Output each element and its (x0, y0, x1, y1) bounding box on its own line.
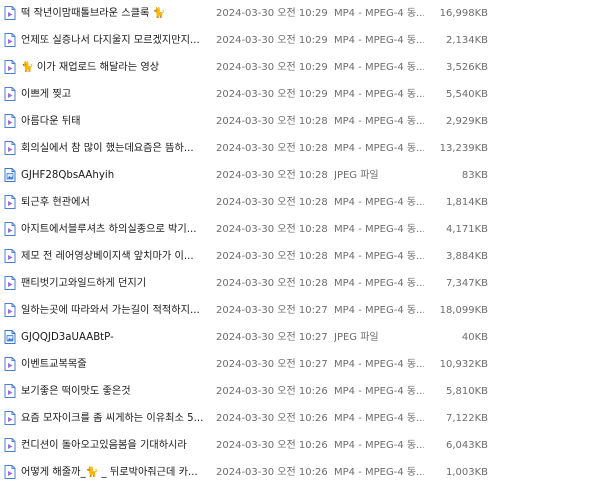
file-date-modified: 2024-03-30 오전 10:27 (216, 359, 328, 370)
video-file-icon (4, 357, 16, 371)
video-file-icon (4, 33, 16, 47)
file-date-modified: 2024-03-30 오전 10:28 (216, 197, 328, 208)
file-date-modified: 2024-03-30 오전 10:28 (216, 224, 328, 235)
file-size: 2,929KB (445, 116, 488, 127)
file-size: 18,099KB (439, 305, 488, 316)
file-size: 7,347KB (445, 278, 488, 289)
image-file-icon (4, 168, 16, 182)
file-size: 13,239KB (439, 143, 488, 154)
file-row[interactable]: 요즘 모자이크를 좀 씨게하는 이유최소 5... 2024-03-30 오전 1… (0, 405, 600, 432)
file-date-modified: 2024-03-30 오전 10:29 (216, 62, 328, 73)
file-size: 5,810KB (445, 386, 488, 397)
file-name[interactable]: 🐈 이가 재업로드 해달라는 영상 (21, 54, 211, 81)
file-row[interactable]: 어떻게 해줄까_🐈 _ 뒤로박아줘근데 카... 2024-03-30 오전 10… (0, 459, 600, 486)
video-file-icon (4, 195, 16, 209)
file-row[interactable]: 아름다운 뒤태 2024-03-30 오전 10:28 MP4 - MPEG-4 동… (0, 108, 600, 135)
video-file-icon (4, 411, 16, 425)
file-size: 40KB (461, 332, 488, 343)
file-date-modified: 2024-03-30 오전 10:26 (216, 467, 328, 478)
file-date-modified: 2024-03-30 오전 10:26 (216, 386, 328, 397)
file-size: 3,884KB (445, 251, 488, 262)
file-date-modified: 2024-03-30 오전 10:28 (216, 116, 328, 127)
file-row[interactable]: 이벤트교복목줄 2024-03-30 오전 10:27 MP4 - MPEG-4 동… (0, 351, 600, 378)
file-name[interactable]: 떡 작년이맘때톨브라운 스클록 🐈 (21, 0, 211, 27)
file-name[interactable]: 퇴근후 현관에서 (21, 189, 211, 216)
file-name[interactable]: 컨디션이 돌아오고있음봄을 기대하시라 (21, 432, 211, 459)
file-date-modified: 2024-03-30 오전 10:26 (216, 440, 328, 451)
file-name[interactable]: 팬티벗기고와일드하게 던지기 (21, 270, 211, 297)
file-row[interactable]: 언제또 실증나서 다지울지 모르겠지만지... 2024-03-30 오전 10:… (0, 27, 600, 54)
video-file-icon (4, 114, 16, 128)
file-name[interactable]: 언제또 실증나서 다지울지 모르겠지만지... (21, 27, 211, 54)
file-row[interactable]: 팬티벗기고와일드하게 던지기 2024-03-30 오전 10:28 MP4 - M… (0, 270, 600, 297)
file-size: 1,814KB (445, 197, 488, 208)
file-date-modified: 2024-03-30 오전 10:27 (216, 332, 328, 343)
file-name[interactable]: 어떻게 해줄까_🐈 _ 뒤로박아줘근데 카... (21, 459, 211, 486)
file-size: 1,003KB (445, 467, 488, 478)
file-row[interactable]: 컨디션이 돌아오고있음봄을 기대하시라 2024-03-30 오전 10:26 MP… (0, 432, 600, 459)
file-name[interactable]: 일하는곳에 따라와서 가는길이 적적하지... (21, 297, 211, 324)
file-size: 7,122KB (445, 413, 488, 424)
file-size: 4,171KB (445, 224, 488, 235)
file-row[interactable]: 떡 작년이맘때톨브라운 스클록 🐈 2024-03-30 오전 10:29 MP4 … (0, 0, 600, 27)
file-date-modified: 2024-03-30 오전 10:29 (216, 89, 328, 100)
file-name[interactable]: 회의실에서 참 많이 했는데요즘은 뜸하... (21, 135, 211, 162)
video-file-icon (4, 6, 16, 20)
file-name[interactable]: 이벤트교복목줄 (21, 351, 211, 378)
file-date-modified: 2024-03-30 오전 10:29 (216, 35, 328, 46)
file-name[interactable]: GJHF28QbsAAhyih (21, 162, 211, 189)
video-file-icon (4, 276, 16, 290)
file-date-modified: 2024-03-30 오전 10:28 (216, 170, 328, 181)
file-row[interactable]: 퇴근후 현관에서 2024-03-30 오전 10:28 MP4 - MPEG-4 … (0, 189, 600, 216)
file-size: 83KB (461, 170, 488, 181)
file-size: 3,526KB (445, 62, 488, 73)
file-date-modified: 2024-03-30 오전 10:28 (216, 278, 328, 289)
file-size: 16,998KB (439, 8, 488, 19)
video-file-icon (4, 60, 16, 74)
video-file-icon (4, 438, 16, 452)
file-size: 6,043KB (445, 440, 488, 451)
video-file-icon (4, 222, 16, 236)
file-row[interactable]: 아지트에서블루셔츠 하의실종으로 박기... 2024-03-30 오전 10:2… (0, 216, 600, 243)
file-row[interactable]: 보기좋은 떡이맛도 좋은것 2024-03-30 오전 10:26 MP4 - MP… (0, 378, 600, 405)
file-name[interactable]: 요즘 모자이크를 좀 씨게하는 이유최소 5... (21, 405, 211, 432)
file-row[interactable]: GJQQJD3aUAABtP- 2024-03-30 오전 10:27 JPEG 파… (0, 324, 600, 351)
file-date-modified: 2024-03-30 오전 10:26 (216, 413, 328, 424)
video-file-icon (4, 384, 16, 398)
file-name[interactable]: GJQQJD3aUAABtP- (21, 324, 211, 351)
file-size: 10,932KB (439, 359, 488, 370)
file-name[interactable]: 아름다운 뒤태 (21, 108, 211, 135)
video-file-icon (4, 249, 16, 263)
file-date-modified: 2024-03-30 오전 10:28 (216, 251, 328, 262)
video-file-icon (4, 303, 16, 317)
file-list: 떡 작년이맘때톨브라운 스클록 🐈 2024-03-30 오전 10:29 MP4 … (0, 0, 600, 486)
video-file-icon (4, 87, 16, 101)
video-file-icon (4, 141, 16, 155)
video-file-icon (4, 465, 16, 479)
file-size: 5,540KB (445, 89, 488, 100)
file-name[interactable]: 제모 전 레어영상베이지색 앞치마가 이... (21, 243, 211, 270)
file-size: 2,134KB (445, 35, 488, 46)
file-name[interactable]: 아지트에서블루셔츠 하의실종으로 박기... (21, 216, 211, 243)
file-row[interactable]: 🐈 이가 재업로드 해달라는 영상 2024-03-30 오전 10:29 MP4 … (0, 54, 600, 81)
file-row[interactable]: 일하는곳에 따라와서 가는길이 적적하지... 2024-03-30 오전 10:… (0, 297, 600, 324)
file-row[interactable]: 이쁘게 찢고 2024-03-30 오전 10:29 MP4 - MPEG-4 동.… (0, 81, 600, 108)
file-date-modified: 2024-03-30 오전 10:27 (216, 305, 328, 316)
file-date-modified: 2024-03-30 오전 10:28 (216, 143, 328, 154)
file-date-modified: 2024-03-30 오전 10:29 (216, 8, 328, 19)
image-file-icon (4, 330, 16, 344)
file-row[interactable]: 회의실에서 참 많이 했는데요즘은 뜸하... 2024-03-30 오전 10:… (0, 135, 600, 162)
file-row[interactable]: GJHF28QbsAAhyih 2024-03-30 오전 10:28 JPEG 파… (0, 162, 600, 189)
file-name[interactable]: 보기좋은 떡이맛도 좋은것 (21, 378, 211, 405)
file-row[interactable]: 제모 전 레어영상베이지색 앞치마가 이... 2024-03-30 오전 10:… (0, 243, 600, 270)
file-name[interactable]: 이쁘게 찢고 (21, 81, 211, 108)
